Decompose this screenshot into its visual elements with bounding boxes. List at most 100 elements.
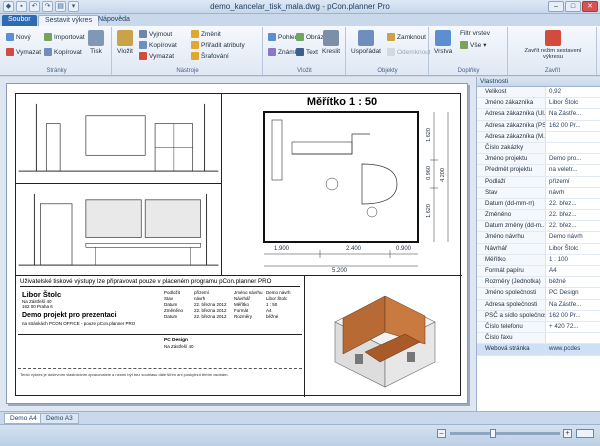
property-value[interactable]: Libor Štolc: [546, 98, 600, 108]
import-button[interactable]: Importovat: [44, 33, 85, 41]
property-row[interactable]: Předmět projektu na veletr...: [477, 165, 600, 177]
property-value[interactable]: Libor Štolc: [546, 244, 600, 254]
delete-button[interactable]: Vymazat: [139, 52, 174, 60]
property-row[interactable]: Číslo zakázky: [477, 142, 600, 155]
property-value[interactable]: 1 : 100: [546, 255, 600, 265]
text-button[interactable]: Text: [296, 48, 318, 56]
property-value[interactable]: 22. břez...: [546, 221, 600, 231]
property-value[interactable]: návrh: [546, 188, 600, 198]
lock-button[interactable]: Zamknout: [387, 33, 426, 41]
layer-filter-dropdown[interactable]: Vše ▾: [460, 41, 486, 49]
floor-plan-drawing: [263, 111, 449, 267]
property-row[interactable]: Jméno zákazníka Libor Štolc: [477, 98, 600, 110]
property-row[interactable]: Měřítko 1 : 100: [477, 254, 600, 266]
property-row[interactable]: Návrhář Libor Štolc: [477, 243, 600, 255]
sheet-tab-demo-a3[interactable]: Demo A3: [40, 413, 79, 424]
property-value[interactable]: 0,92: [546, 87, 600, 97]
property-row[interactable]: Adresa společnosti Na Zástře...: [477, 299, 600, 311]
dimension-label: 1.620: [425, 204, 432, 218]
sheet-tab-demo-a4[interactable]: Demo A4: [4, 413, 43, 424]
elevation-view-1[interactable]: [16, 94, 222, 184]
property-value[interactable]: [546, 132, 600, 142]
property-row[interactable]: Adresa zákazníka (M...: [477, 131, 600, 143]
arrange-button[interactable]: Uspořádat: [351, 30, 381, 55]
property-row[interactable]: Adresa zákazníka (PSČ) 162 00 Pr...: [477, 120, 600, 132]
unlock-icon: [387, 48, 395, 56]
property-value[interactable]: Na Zástře...: [546, 300, 600, 310]
zoom-slider[interactable]: [450, 429, 560, 438]
unlock-button[interactable]: Odemknout: [387, 48, 431, 56]
zoom-slider-thumb[interactable]: [490, 429, 496, 438]
property-row[interactable]: Změněno 22. břez...: [477, 210, 600, 222]
property-row[interactable]: Jméno projektu Demo pro...: [477, 154, 600, 166]
property-key: Adresa zákazníka (M...: [477, 131, 546, 142]
paste-button[interactable]: Vložit: [117, 30, 133, 55]
property-row[interactable]: Podlaží přízemí: [477, 176, 600, 188]
change-button[interactable]: Změnit: [191, 30, 221, 38]
properties-list: Velikost 0,92 Jméno zákazníka Libor Štolc Ad…: [477, 87, 600, 356]
title-block[interactable]: Uživatelské tiskové výstupy lze připravo…: [16, 276, 304, 397]
property-row[interactable]: Webová stránka www.pcdes: [477, 344, 600, 356]
project-subtitle: na stránkách PCON OFFICE - pouze pCon.pl…: [22, 321, 136, 326]
paste-icon: [117, 30, 133, 46]
property-row[interactable]: Velikost 0,92: [477, 87, 600, 99]
property-row[interactable]: Číslo faxu: [477, 333, 600, 345]
company-address: Na Zástřeší 40: [164, 344, 194, 349]
floor-plan-view[interactable]: Měřítko 1 : 50 1.900 2.400 0.900 5.200 1…: [222, 94, 462, 276]
delete-page-button[interactable]: Vymazat: [6, 48, 41, 56]
property-value[interactable]: www.pcdes: [546, 344, 600, 355]
close-layout-mode-button[interactable]: Zavřít režim sestavení výkresu: [517, 30, 589, 60]
property-row[interactable]: Jméno návrhu Demo návrh: [477, 232, 600, 244]
property-key: Jméno návrhu: [477, 232, 546, 243]
layer-button[interactable]: Vrstva: [434, 30, 452, 55]
property-row[interactable]: Číslo telefonu + 420 72...: [477, 321, 600, 334]
tab-soubor[interactable]: Soubor: [2, 15, 37, 26]
arrange-icon: [358, 30, 374, 46]
new-page-button[interactable]: Nový: [6, 33, 31, 41]
minimize-icon[interactable]: –: [548, 1, 564, 12]
property-row[interactable]: Formát papíru A4: [477, 266, 600, 278]
property-value[interactable]: + 420 72...: [546, 322, 600, 332]
tab-napoveda[interactable]: Nápověda: [92, 15, 136, 26]
property-value[interactable]: 22. břez...: [546, 210, 600, 220]
print-button[interactable]: Tisk: [88, 30, 104, 55]
property-value[interactable]: na veletr...: [546, 165, 600, 175]
property-value[interactable]: A4: [546, 266, 600, 276]
draw-button[interactable]: Kreslit: [322, 30, 340, 55]
maximize-icon[interactable]: □: [565, 1, 581, 12]
property-value[interactable]: 162 00 Pr...: [546, 121, 600, 131]
property-value[interactable]: PC Design: [546, 288, 600, 298]
property-value[interactable]: 162 00 Pr...: [546, 311, 600, 321]
fit-view-icon[interactable]: [576, 429, 594, 438]
property-value[interactable]: běžné: [546, 277, 600, 287]
property-value[interactable]: Demo pro...: [546, 154, 600, 164]
property-value[interactable]: Na Zástře...: [546, 109, 600, 119]
zoom-out-icon[interactable]: –: [437, 429, 446, 438]
group-objekty: Uspořádat Zamknout Odemknout Objekty: [347, 27, 431, 75]
assign-attributes-button[interactable]: Přiřadit atributy: [191, 41, 245, 49]
view-button[interactable]: Pohled: [268, 33, 298, 41]
property-row[interactable]: Jméno společnosti PC Design: [477, 288, 600, 300]
property-row[interactable]: Datum (dd-mm-rr) 22. břez...: [477, 198, 600, 211]
property-value[interactable]: [546, 143, 600, 153]
property-row[interactable]: PSČ a sídlo společnosti 162 00 Pr...: [477, 310, 600, 322]
hatching-button[interactable]: Šrafování: [191, 52, 229, 60]
drawing-canvas[interactable]: Měřítko 1 : 50 1.900 2.400 0.900 5.200 1…: [0, 77, 476, 411]
tab-sestavit-vykres[interactable]: Sestavit výkres: [38, 15, 100, 26]
property-row[interactable]: Adresa zákazníka (Ul... Na Zástře...: [477, 109, 600, 121]
close-icon[interactable]: ✕: [582, 1, 598, 12]
property-row[interactable]: Stav návrh: [477, 187, 600, 199]
property-value[interactable]: Demo návrh: [546, 232, 600, 242]
property-value[interactable]: přízemí: [546, 177, 600, 187]
copy-page-button[interactable]: Kopírovat: [44, 48, 82, 56]
zoom-in-icon[interactable]: +: [563, 429, 572, 438]
elevation-view-2[interactable]: [16, 184, 222, 276]
3d-view[interactable]: [304, 276, 462, 397]
property-value[interactable]: 22. břez...: [546, 199, 600, 209]
copy-button[interactable]: Kopírovat: [139, 41, 177, 49]
property-value[interactable]: [546, 333, 600, 343]
cut-button[interactable]: Vyjmout: [139, 30, 172, 38]
property-row[interactable]: Datum změny (dd-m... 22. břez...: [477, 221, 600, 233]
property-row[interactable]: Rozměry (Jednotka) běžné: [477, 277, 600, 289]
printer-icon: [88, 30, 104, 46]
